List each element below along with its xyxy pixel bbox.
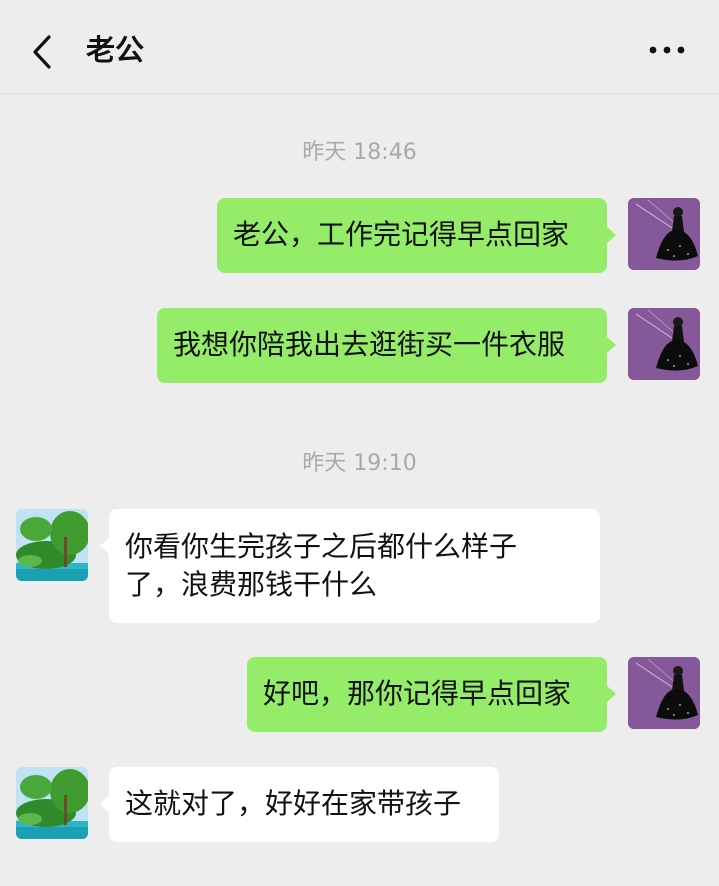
message-text: 这就对了，好好在家带孩子 xyxy=(125,787,462,820)
sent-message-bubble[interactable]: 我想你陪我出去逛街买一件衣服 xyxy=(157,308,616,383)
message-text: 老公，工作完记得早点回家 xyxy=(233,218,570,251)
dancer-avatar-icon xyxy=(628,657,700,729)
contact-avatar[interactable] xyxy=(16,767,88,839)
timestamp: 昨天 19:10 xyxy=(302,451,417,476)
dancer-avatar-icon xyxy=(628,198,700,270)
sent-message-bubble[interactable]: 好吧，那你记得早点回家 xyxy=(247,657,616,732)
bubble-tail xyxy=(606,685,616,703)
timestamp: 昨天 18:46 xyxy=(302,140,417,165)
message-text: 好吧，那你记得早点回家 xyxy=(263,677,572,710)
more-button[interactable] xyxy=(643,32,691,68)
bubble-tail xyxy=(606,226,616,244)
my-avatar[interactable] xyxy=(628,198,700,270)
my-avatar[interactable] xyxy=(628,308,700,380)
bubble-tail xyxy=(100,537,110,555)
my-avatar[interactable] xyxy=(628,657,700,729)
contact-avatar[interactable] xyxy=(16,509,88,581)
chevron-left-icon xyxy=(33,35,51,69)
palm-tree-avatar-icon xyxy=(16,767,88,839)
message-text: 我想你陪我出去逛街买一件衣服 xyxy=(173,328,566,361)
bubble-tail xyxy=(100,795,110,813)
chat-header: 老公 xyxy=(0,0,719,94)
palm-tree-avatar-icon xyxy=(16,509,88,581)
received-message-bubble[interactable]: 你看你生完孩子之后都什么样子 了，浪费那钱干什么 xyxy=(100,509,600,623)
sent-message-bubble[interactable]: 老公，工作完记得早点回家 xyxy=(217,198,616,273)
message-text-line: 了，浪费那钱干什么 xyxy=(125,568,378,601)
message-text-line: 你看你生完孩子之后都什么样子 xyxy=(125,530,518,563)
chat-title: 老公 xyxy=(86,33,145,67)
received-message-bubble[interactable]: 这就对了，好好在家带孩子 xyxy=(100,767,499,842)
bubble-tail xyxy=(606,336,616,354)
back-button[interactable] xyxy=(18,28,66,76)
dancer-avatar-icon xyxy=(628,308,700,380)
more-dots-icon xyxy=(649,46,685,54)
